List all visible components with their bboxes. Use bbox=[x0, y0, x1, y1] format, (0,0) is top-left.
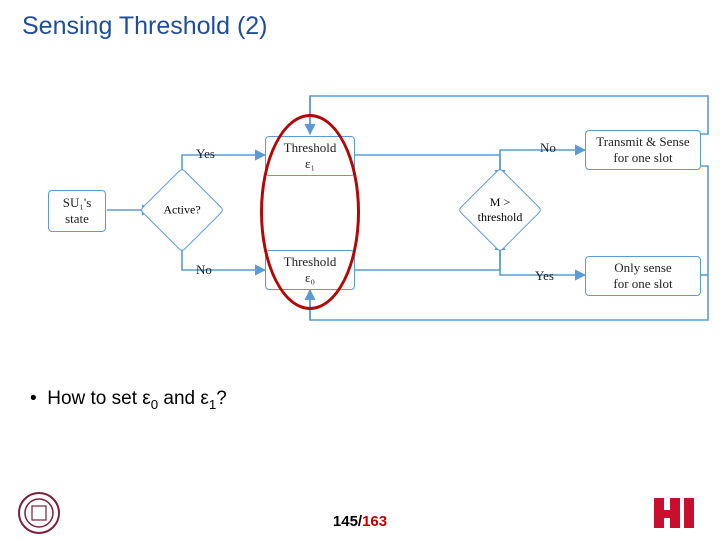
bullet-lead: How to set ε bbox=[47, 388, 151, 409]
node-transmit-sense: Transmit & Sense for one slot bbox=[585, 130, 701, 170]
edge-yes-2: Yes bbox=[535, 268, 554, 284]
page-number: 145/163 bbox=[333, 513, 387, 530]
edge-no-2: No bbox=[540, 140, 556, 156]
uh-logo bbox=[652, 496, 696, 530]
flowchart: SU₁'s state Active? Threshold ε₁ Thresho… bbox=[0, 90, 720, 350]
bullet-tail: ? bbox=[216, 388, 227, 409]
node-active-decision: Active? bbox=[152, 180, 212, 240]
node-su-state: SU₁'s state bbox=[48, 190, 106, 232]
page-title: Sensing Threshold (2) bbox=[22, 12, 268, 41]
edge-yes-1: Yes bbox=[196, 146, 215, 162]
node-active-label: Active? bbox=[163, 203, 200, 218]
node-compare-label: M > threshold bbox=[478, 195, 523, 225]
highlight-ellipse bbox=[260, 114, 360, 310]
page-current: 145 bbox=[333, 513, 358, 530]
bullet-question: • How to set ε0 and ε1? bbox=[30, 388, 227, 412]
page-total: 163 bbox=[362, 513, 387, 530]
tsinghua-logo bbox=[18, 492, 60, 534]
edge-no-1: No bbox=[196, 262, 212, 278]
connectors bbox=[0, 90, 720, 350]
bullet-mid: and ε bbox=[158, 388, 209, 409]
node-compare-decision: M > threshold bbox=[470, 180, 530, 240]
node-only-sense: Only sense for one slot bbox=[585, 256, 701, 296]
